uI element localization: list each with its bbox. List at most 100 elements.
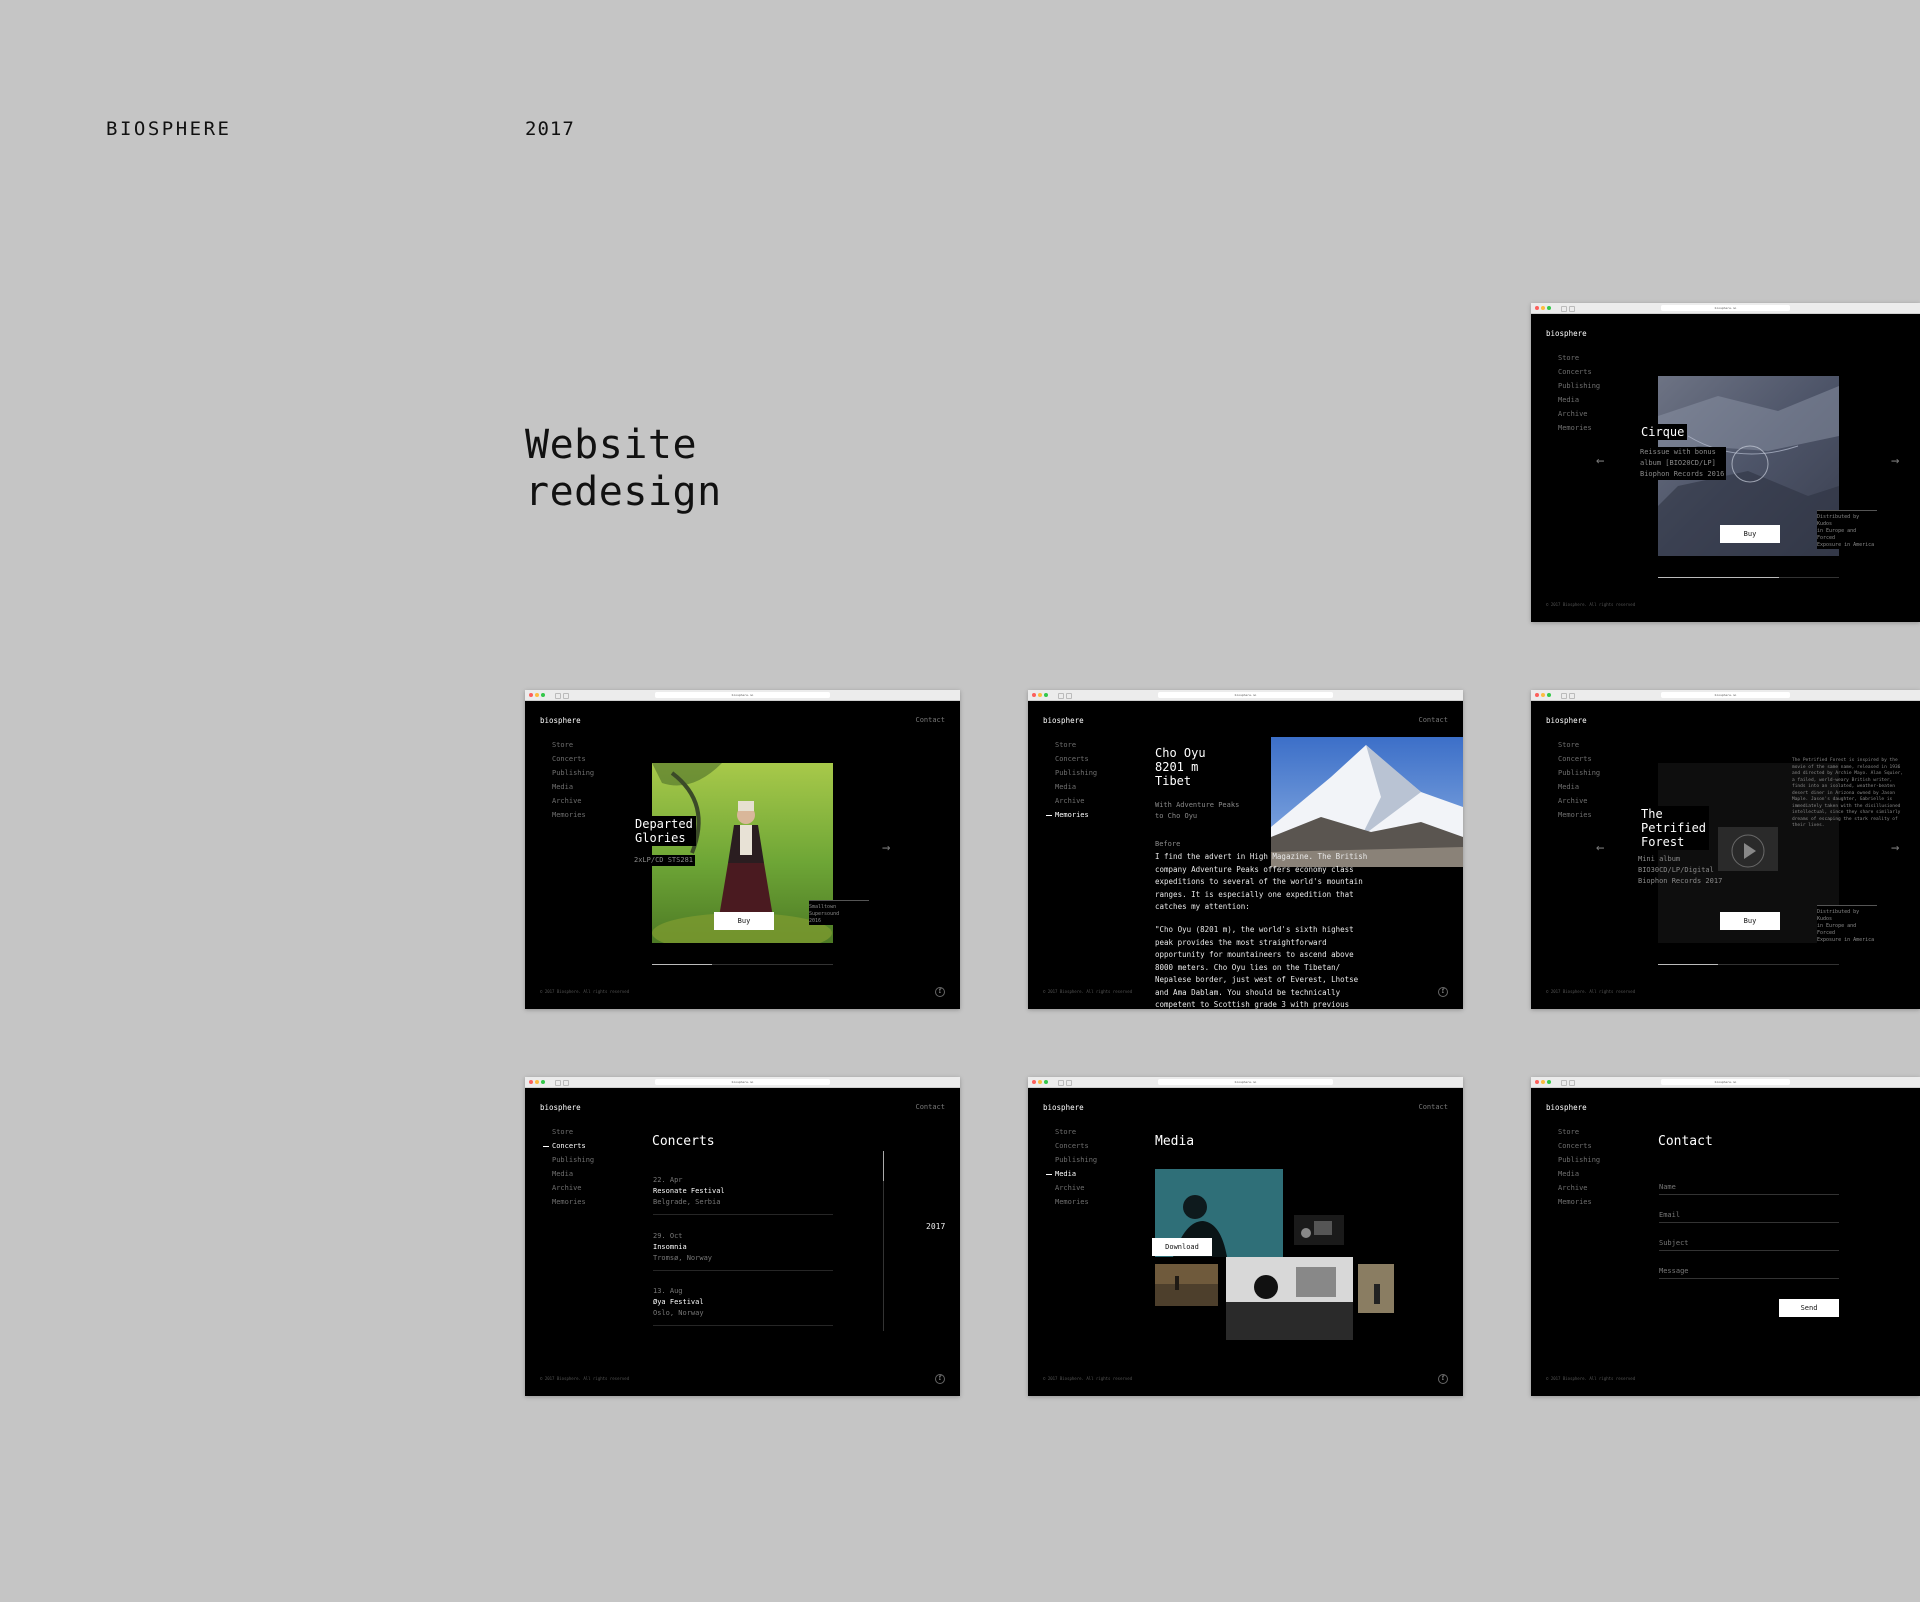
maximize-window-dot[interactable] xyxy=(541,693,545,697)
name-field[interactable]: Name xyxy=(1659,1183,1839,1195)
minimize-window-dot[interactable] xyxy=(1038,1080,1042,1084)
contact-link[interactable]: Contact xyxy=(1418,1103,1448,1111)
back-icon[interactable] xyxy=(1561,693,1567,699)
address-bar[interactable]: biosphere.no xyxy=(1661,692,1790,698)
back-icon[interactable] xyxy=(1561,1080,1567,1086)
nav-item-store[interactable]: Store xyxy=(1558,1125,1600,1139)
back-icon[interactable] xyxy=(555,693,561,699)
media-photo-hiker[interactable] xyxy=(1358,1264,1394,1313)
site-logo[interactable]: biosphere xyxy=(1043,716,1084,725)
maximize-window-dot[interactable] xyxy=(1044,1080,1048,1084)
address-bar[interactable]: biosphere.no xyxy=(1158,692,1333,698)
facebook-icon[interactable]: f xyxy=(935,1374,945,1384)
nav-item-media[interactable]: Media xyxy=(1558,780,1600,794)
maximize-window-dot[interactable] xyxy=(541,1080,545,1084)
nav-item-memories[interactable]: Memories xyxy=(1055,1195,1097,1209)
arrow-right-icon[interactable]: → xyxy=(882,840,890,856)
minimize-window-dot[interactable] xyxy=(1541,306,1545,310)
nav-item-memories[interactable]: Memories xyxy=(552,808,594,822)
maximize-window-dot[interactable] xyxy=(1547,693,1551,697)
concert-item[interactable]: 13. Aug Øya Festival Oslo, Norway xyxy=(653,1286,833,1326)
nav-item-publishing[interactable]: Publishing xyxy=(1558,379,1600,393)
nav-item-concerts[interactable]: Concerts xyxy=(1558,1139,1600,1153)
media-photo-studio-small[interactable] xyxy=(1294,1215,1344,1245)
nav-item-media[interactable]: Media xyxy=(552,1167,594,1181)
address-bar[interactable]: biosphere.no xyxy=(655,1079,830,1085)
minimize-window-dot[interactable] xyxy=(1038,693,1042,697)
address-bar[interactable]: biosphere.no xyxy=(1661,1079,1790,1085)
close-window-dot[interactable] xyxy=(529,693,533,697)
arrow-left-icon[interactable]: ← xyxy=(1596,453,1604,469)
site-logo[interactable]: biosphere xyxy=(540,716,581,725)
minimize-window-dot[interactable] xyxy=(1541,693,1545,697)
nav-item-store[interactable]: Store xyxy=(552,738,594,752)
facebook-icon[interactable]: f xyxy=(1438,1374,1448,1384)
back-icon[interactable] xyxy=(1561,306,1567,312)
close-window-dot[interactable] xyxy=(1535,306,1539,310)
forward-icon[interactable] xyxy=(563,693,569,699)
arrow-right-icon[interactable]: → xyxy=(1891,840,1899,856)
site-logo[interactable]: biosphere xyxy=(1546,716,1587,725)
nav-item-archive[interactable]: Archive xyxy=(1055,1181,1097,1195)
message-field[interactable]: Message xyxy=(1659,1267,1839,1279)
contact-link[interactable]: Contact xyxy=(915,716,945,724)
email-field[interactable]: Email xyxy=(1659,1211,1839,1223)
nav-item-publishing[interactable]: Publishing xyxy=(1558,766,1600,780)
timeline-scroll-thumb[interactable] xyxy=(883,1151,884,1181)
maximize-window-dot[interactable] xyxy=(1044,693,1048,697)
close-window-dot[interactable] xyxy=(1032,693,1036,697)
nav-item-store[interactable]: Store xyxy=(1055,738,1097,752)
nav-item-media[interactable]: Media xyxy=(1045,1167,1097,1181)
arrow-right-icon[interactable]: → xyxy=(1891,453,1899,469)
close-window-dot[interactable] xyxy=(1032,1080,1036,1084)
concert-item[interactable]: 22. Apr Resonate Festival Belgrade, Serb… xyxy=(653,1175,833,1215)
maximize-window-dot[interactable] xyxy=(1547,306,1551,310)
address-bar[interactable]: biosphere.no xyxy=(1661,305,1790,311)
nav-item-store[interactable]: Store xyxy=(552,1125,594,1139)
minimize-window-dot[interactable] xyxy=(535,1080,539,1084)
nav-item-memories[interactable]: Memories xyxy=(1558,1195,1600,1209)
nav-item-concerts[interactable]: Concerts xyxy=(1055,752,1097,766)
nav-item-concerts[interactable]: Concerts xyxy=(1055,1139,1097,1153)
nav-item-memories[interactable]: Memories xyxy=(1558,421,1600,435)
nav-item-store[interactable]: Store xyxy=(1558,738,1600,752)
nav-item-publishing[interactable]: Publishing xyxy=(1558,1153,1600,1167)
forward-icon[interactable] xyxy=(1066,1080,1072,1086)
forward-icon[interactable] xyxy=(563,1080,569,1086)
facebook-icon[interactable]: f xyxy=(1438,987,1448,997)
send-button[interactable]: Send xyxy=(1779,1299,1839,1317)
nav-item-archive[interactable]: Archive xyxy=(552,794,594,808)
nav-item-media[interactable]: Media xyxy=(1558,1167,1600,1181)
buy-button[interactable]: Buy xyxy=(714,912,774,930)
back-icon[interactable] xyxy=(1058,693,1064,699)
close-window-dot[interactable] xyxy=(1535,1080,1539,1084)
nav-item-publishing[interactable]: Publishing xyxy=(552,1153,594,1167)
download-button[interactable]: Download xyxy=(1152,1238,1212,1256)
nav-item-memories[interactable]: Memories xyxy=(552,1195,594,1209)
contact-link[interactable]: Contact xyxy=(915,1103,945,1111)
nav-item-archive[interactable]: Archive xyxy=(1558,407,1600,421)
site-logo[interactable]: biosphere xyxy=(1043,1103,1084,1112)
nav-item-archive[interactable]: Archive xyxy=(1558,1181,1600,1195)
arrow-left-icon[interactable]: ← xyxy=(1596,840,1604,856)
minimize-window-dot[interactable] xyxy=(535,693,539,697)
nav-item-store[interactable]: Store xyxy=(1055,1125,1097,1139)
nav-item-archive[interactable]: Archive xyxy=(1055,794,1097,808)
close-window-dot[interactable] xyxy=(1535,693,1539,697)
forward-icon[interactable] xyxy=(1569,1080,1575,1086)
nav-item-media[interactable]: Media xyxy=(552,780,594,794)
nav-item-concerts[interactable]: Concerts xyxy=(1558,365,1600,379)
nav-item-concerts[interactable]: Concerts xyxy=(542,1139,594,1153)
concert-item[interactable]: 29. Oct Insomnia Tromsø, Norway xyxy=(653,1231,833,1271)
address-bar[interactable]: biosphere.no xyxy=(1158,1079,1333,1085)
close-window-dot[interactable] xyxy=(529,1080,533,1084)
nav-item-media[interactable]: Media xyxy=(1558,393,1600,407)
back-icon[interactable] xyxy=(1058,1080,1064,1086)
nav-item-concerts[interactable]: Concerts xyxy=(1558,752,1600,766)
back-icon[interactable] xyxy=(555,1080,561,1086)
forward-icon[interactable] xyxy=(1569,693,1575,699)
buy-button[interactable]: Buy xyxy=(1720,912,1780,930)
buy-button[interactable]: Buy xyxy=(1720,525,1780,543)
nav-item-media[interactable]: Media xyxy=(1055,780,1097,794)
address-bar[interactable]: biosphere.no xyxy=(655,692,830,698)
